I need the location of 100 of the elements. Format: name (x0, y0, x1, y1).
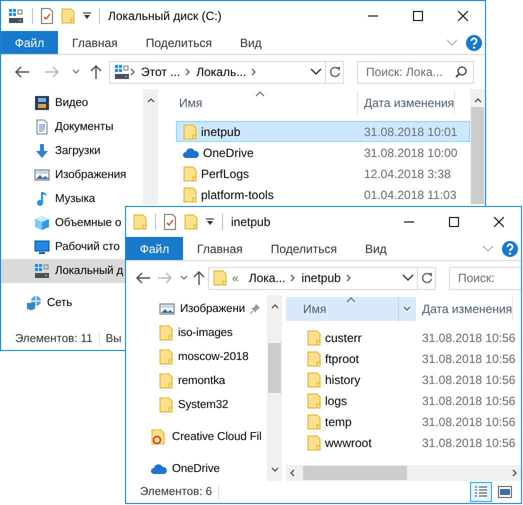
nav-item[interactable]: Локальный д (1, 259, 125, 283)
maximize-icon (448, 217, 458, 227)
folder-icon (213, 270, 227, 286)
chevron-up-icon[interactable] (146, 97, 154, 103)
search-field[interactable]: Поиск: Лока... (357, 60, 474, 84)
chevron-down-icon[interactable] (270, 467, 278, 473)
chevron-up-icon[interactable] (270, 303, 278, 309)
refresh-icon (328, 66, 340, 78)
address-bar[interactable]: « Лока... inetpub (208, 266, 436, 290)
film-icon (34, 95, 50, 111)
file-row[interactable]: history 31.08.2018 10:56 (300, 369, 521, 390)
file-row[interactable]: inetpub 31.08.2018 10:01 (176, 121, 470, 142)
file-row[interactable]: ftproot 31.08.2018 10:56 (300, 348, 521, 369)
details-view-button[interactable] (470, 482, 492, 502)
chevron-left-icon[interactable] (289, 469, 295, 477)
chevron-down-icon[interactable] (310, 68, 322, 76)
column-header[interactable]: Дата изменения (358, 91, 456, 115)
file-row[interactable]: logs 31.08.2018 10:56 (300, 390, 521, 411)
file-name: history (325, 372, 360, 386)
nav-item[interactable]: remontka (126, 369, 267, 393)
search-field[interactable]: Поиск: (449, 266, 521, 290)
nav-item[interactable]: iso-images (126, 321, 267, 345)
address-bar[interactable]: Этот ... Локаль... (109, 60, 344, 84)
network-icon (26, 295, 42, 311)
nav-item[interactable]: moscow-2018 (126, 345, 267, 369)
file-row[interactable]: platform-tools 01.04.2018 11:03 (176, 184, 470, 205)
scrollbar-thumb[interactable] (303, 466, 407, 480)
chevron-right-icon (290, 274, 296, 282)
refresh-button[interactable] (417, 268, 435, 288)
ribbon-tab[interactable]: Главная (58, 31, 132, 54)
item-count: Элементов: 11 (15, 333, 93, 345)
folder-icon (183, 166, 197, 182)
nav-item[interactable]: OneDrive (126, 457, 267, 481)
help-icon[interactable] (466, 34, 482, 50)
file-row[interactable]: wwwroot 31.08.2018 10:56 (300, 432, 521, 453)
breadcrumb[interactable]: Лока... (244, 271, 290, 285)
nav-item[interactable]: Видео (1, 91, 90, 115)
ribbon-tab[interactable]: Главная (183, 237, 257, 260)
new-folder-icon (184, 214, 198, 230)
file-row[interactable]: temp 31.08.2018 10:56 (300, 411, 521, 432)
ribbon-tab[interactable]: Вид (226, 31, 276, 54)
nav-item[interactable]: Загрузки (1, 139, 102, 163)
document-icon (34, 119, 50, 135)
file-name: PerfLogs (201, 166, 250, 180)
drive-icon (34, 263, 50, 279)
nav-item[interactable]: Изображения (1, 163, 128, 187)
column-header[interactable]: Дата изменения (416, 297, 514, 321)
overflow-mark[interactable]: « (227, 271, 244, 285)
ribbon-tab[interactable]: Вид (350, 237, 401, 260)
nav-item[interactable]: Creative Cloud Fil (126, 425, 267, 449)
scrollbar-thumb[interactable] (268, 343, 281, 393)
properties-icon[interactable] (164, 214, 176, 230)
folder-icon (183, 124, 197, 140)
file-name: OneDrive (203, 146, 254, 160)
selection-info: Вы (106, 333, 122, 345)
nav-item[interactable]: Документы (1, 115, 116, 139)
nav-item[interactable]: Сеть (1, 291, 74, 315)
breadcrumb[interactable]: Локаль... (191, 65, 252, 79)
caret-down-icon[interactable] (206, 218, 214, 226)
scrollbar[interactable] (470, 89, 485, 205)
nav-item[interactable]: Изображени (126, 297, 267, 321)
cube-icon (34, 215, 50, 231)
file-date: 31.08.2018 10:00 (363, 146, 458, 160)
file-menu-button[interactable]: Файл (1, 31, 58, 54)
folder-icon (307, 350, 321, 366)
scrollbar[interactable] (267, 295, 282, 481)
picture-icon (159, 301, 175, 317)
refresh-button[interactable] (325, 62, 343, 82)
file-row[interactable]: OneDrive 31.08.2018 10:00 (176, 142, 470, 163)
file-date: 31.08.2018 10:56 (421, 394, 516, 408)
breadcrumb[interactable]: inetpub (296, 271, 346, 285)
properties-icon[interactable] (41, 8, 53, 24)
file-row[interactable]: custerr 31.08.2018 10:56 (300, 327, 521, 348)
file-name: logs (325, 394, 348, 408)
column-header[interactable]: Имя (162, 91, 358, 115)
chevron-right-icon (185, 68, 192, 76)
file-row[interactable]: PerfLogs 12.04.2018 3:38 (176, 163, 470, 184)
nav-item[interactable]: System32 (126, 393, 267, 417)
search-icon (455, 66, 467, 78)
chevron-up-icon[interactable] (474, 97, 482, 103)
file-menu-button[interactable]: Файл (126, 237, 183, 260)
file-name: temp (325, 414, 352, 428)
nav-item[interactable]: Рабочий сто (1, 235, 122, 259)
column-header[interactable]: Имя (286, 297, 416, 321)
chevron-right-icon[interactable] (512, 469, 518, 477)
ribbon-tab[interactable]: Поделиться (256, 237, 351, 260)
file-date: 31.08.2018 10:01 (363, 124, 458, 138)
help-icon[interactable] (502, 240, 518, 256)
scrollbar[interactable] (286, 465, 521, 481)
ribbon-tab[interactable]: Поделиться (132, 31, 226, 54)
sort-caret-icon (346, 297, 356, 303)
scrollbar[interactable] (143, 89, 158, 205)
nav-item[interactable]: Музыка (1, 187, 98, 211)
chevron-down-icon[interactable] (402, 274, 414, 282)
breadcrumb[interactable]: Этот ... (136, 65, 186, 79)
nav-item[interactable]: Объемные о (1, 211, 124, 235)
window-title: Локальный диск (C:) (108, 9, 222, 23)
caret-down-icon[interactable] (83, 12, 91, 20)
scrollbar-thumb[interactable] (471, 107, 484, 204)
arrow-right-icon (158, 272, 172, 284)
